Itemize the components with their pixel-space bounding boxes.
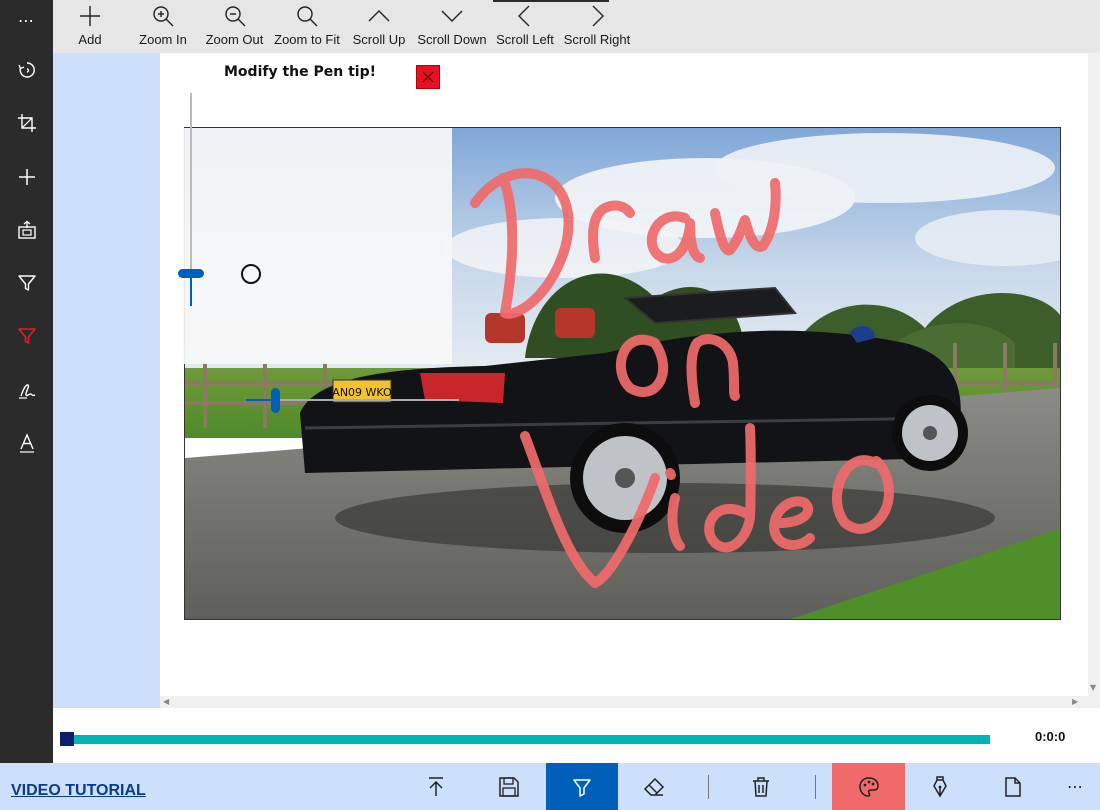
zoom-in-button[interactable]: Zoom In <box>135 0 191 53</box>
license-plate-text: AN09 WKO <box>332 386 392 399</box>
zoom-in-label: Zoom In <box>139 32 187 47</box>
chevron-left-icon <box>518 5 530 27</box>
upload-icon <box>429 776 443 796</box>
chevron-down-icon <box>441 10 463 22</box>
pen-popup-title: Modify the Pen tip! <box>224 64 376 80</box>
opacity-slider-thumb[interactable] <box>271 388 280 413</box>
horizontal-scrollbar[interactable]: ◀ ▶ <box>160 696 1100 708</box>
drawing-canvas[interactable]: AN09 WKO Modify the Pen tip! <box>160 53 1088 696</box>
filter-icon <box>17 275 36 291</box>
top-toolbar: Add Zoom In Zoom Out Zoom to Fit Scroll … <box>53 0 1100 53</box>
left-sidebar: ⋯ <box>0 0 53 763</box>
scroll-left-button[interactable]: Scroll Left <box>495 0 555 53</box>
export-button[interactable] <box>0 210 53 250</box>
more-commands-button[interactable]: ⋯ <box>1055 763 1095 810</box>
palette-icon <box>858 776 879 797</box>
upload-button[interactable] <box>412 763 460 810</box>
zoom-out-icon <box>224 6 245 27</box>
toolbar-separator <box>815 775 816 799</box>
highlighter-button[interactable] <box>546 763 618 810</box>
add-icon <box>18 169 35 185</box>
trash-icon <box>753 776 769 797</box>
add-label: Add <box>78 32 102 47</box>
crop-button[interactable] <box>0 103 53 143</box>
document-icon <box>1005 776 1021 797</box>
app-window: ⋯ Add Zoom In Zoom Out Zoom to Fit Scrol… <box>0 0 1100 810</box>
time-display: 0:0:0 <box>1035 729 1066 744</box>
color-palette-button[interactable] <box>832 763 905 810</box>
scroll-up-button[interactable]: Scroll Up <box>350 0 408 53</box>
text-icon <box>19 433 34 453</box>
scroll-right-arrow-icon[interactable]: ▶ <box>1072 697 1078 706</box>
crop-icon <box>17 114 36 132</box>
delete-button[interactable] <box>737 763 785 810</box>
rotate-icon <box>17 62 35 78</box>
canvas-margin <box>53 53 160 708</box>
pen-button[interactable] <box>916 763 964 810</box>
eraser-button[interactable] <box>630 763 678 810</box>
timeline-playhead[interactable] <box>60 732 74 746</box>
plus-icon <box>80 6 100 26</box>
video-tutorial-link[interactable]: VIDEO TUTORIAL <box>11 782 146 800</box>
chevron-up-icon <box>368 10 390 22</box>
filter-active-button[interactable] <box>0 316 53 356</box>
more-options-button[interactable]: ⋯ <box>0 0 53 40</box>
text-button[interactable] <box>0 423 53 463</box>
scroll-right-button[interactable]: Scroll Right <box>563 0 631 53</box>
zoom-to-fit-button[interactable]: Zoom to Fit <box>273 0 341 53</box>
new-file-button[interactable] <box>989 763 1037 810</box>
scroll-down-button[interactable]: Scroll Down <box>417 0 487 53</box>
eraser-icon <box>643 777 665 796</box>
scroll-up-label: Scroll Up <box>352 32 406 47</box>
zoom-to-fit-label: Zoom to Fit <box>274 32 340 47</box>
toolbar-separator <box>708 775 709 799</box>
zoom-out-label: Zoom Out <box>205 32 264 47</box>
zoom-in-icon <box>153 6 174 27</box>
more-icon: ⋯ <box>1067 777 1083 796</box>
bottom-command-bar: VIDEO TUTORIAL ⋯ <box>0 763 1100 810</box>
timeline: 0:0:0 <box>53 708 1100 763</box>
close-icon <box>422 71 434 83</box>
scroll-down-arrow-icon[interactable]: ▼ <box>1090 683 1096 692</box>
highlighter-icon <box>573 778 591 797</box>
scroll-left-label: Scroll Left <box>496 32 554 47</box>
scroll-left-arrow-icon[interactable]: ◀ <box>163 697 169 706</box>
pen-tip-popup <box>183 128 459 413</box>
chevron-right-icon <box>592 5 604 27</box>
export-icon <box>17 220 36 239</box>
more-icon: ⋯ <box>18 10 35 30</box>
zoom-out-button[interactable]: Zoom Out <box>203 0 266 53</box>
filter-active-icon <box>17 328 36 344</box>
vertical-scrollbar[interactable]: ▼ <box>1088 53 1100 696</box>
size-slider-thumb[interactable] <box>178 269 204 278</box>
scroll-right-label: Scroll Right <box>563 32 631 47</box>
timeline-track[interactable] <box>60 735 990 744</box>
filter-button[interactable] <box>0 263 53 303</box>
signature-button[interactable] <box>0 370 53 410</box>
pen-popup-close-button[interactable] <box>416 65 440 89</box>
save-button[interactable] <box>485 763 533 810</box>
rotate-button[interactable] <box>0 50 53 90</box>
signature-icon <box>18 384 35 399</box>
pen-nib-icon <box>933 775 947 797</box>
add-sidebar-button[interactable] <box>0 157 53 197</box>
scroll-down-label: Scroll Down <box>417 32 487 47</box>
add-button[interactable]: Add <box>73 0 107 53</box>
save-icon <box>499 776 519 797</box>
pen-tip-preview <box>241 264 261 284</box>
magnifier-icon <box>297 6 318 27</box>
